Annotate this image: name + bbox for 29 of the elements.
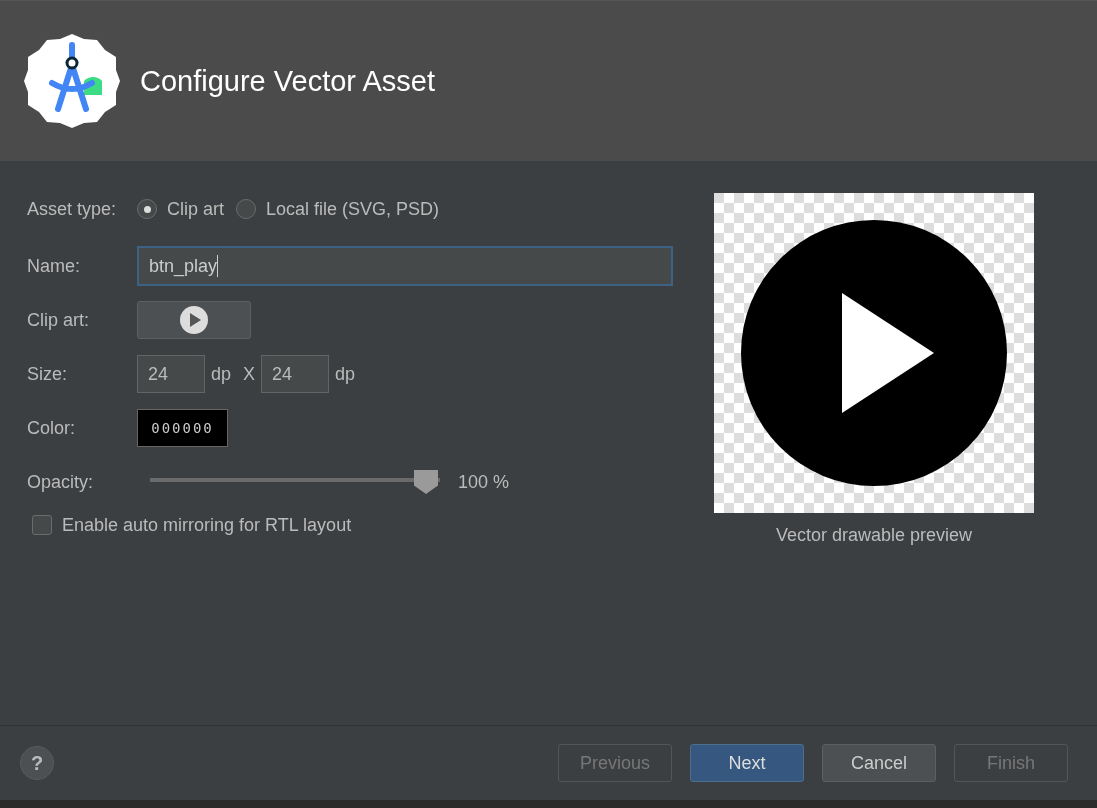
opacity-value: 100 % (458, 471, 510, 493)
height-input-field[interactable]: 24 (261, 355, 330, 393)
dialog-button[interactable]: Cancel (822, 744, 936, 782)
name-input-field[interactable]: btn_play (137, 246, 673, 286)
radio-button[interactable] (137, 199, 157, 219)
field-label: Size: (27, 363, 69, 385)
field-label: Opacity: (27, 471, 95, 493)
radio-label[interactable]: Local file (SVG, PSD) (266, 198, 440, 220)
field-label: Asset type: (27, 198, 118, 220)
field-label: Name: (27, 255, 81, 277)
unit-label: dp (211, 363, 232, 385)
radio-button[interactable] (236, 199, 256, 219)
radio-label[interactable]: Clip art (167, 198, 224, 220)
dialog-title: Configure Vector Asset (140, 64, 435, 98)
preview-caption: Vector drawable preview (775, 525, 973, 546)
checkbox-label[interactable]: Enable auto mirroring for RTL layout (62, 514, 352, 536)
dialog-button[interactable]: Next (690, 744, 804, 782)
help-button[interactable]: ? (20, 746, 54, 780)
field-label: Color: (27, 417, 76, 439)
checkbox[interactable] (32, 515, 52, 535)
compass-android-logo-icon (22, 31, 122, 131)
slider-thumb[interactable] (414, 470, 438, 494)
play-icon (179, 305, 209, 335)
width-input-field[interactable]: 24 (137, 355, 205, 393)
times-label: X (243, 363, 256, 385)
field-label: Clip art: (27, 309, 90, 331)
color-swatch-button[interactable]: 000000 (137, 409, 228, 447)
unit-label: dp (335, 363, 356, 385)
clip-art-button[interactable] (137, 301, 251, 339)
